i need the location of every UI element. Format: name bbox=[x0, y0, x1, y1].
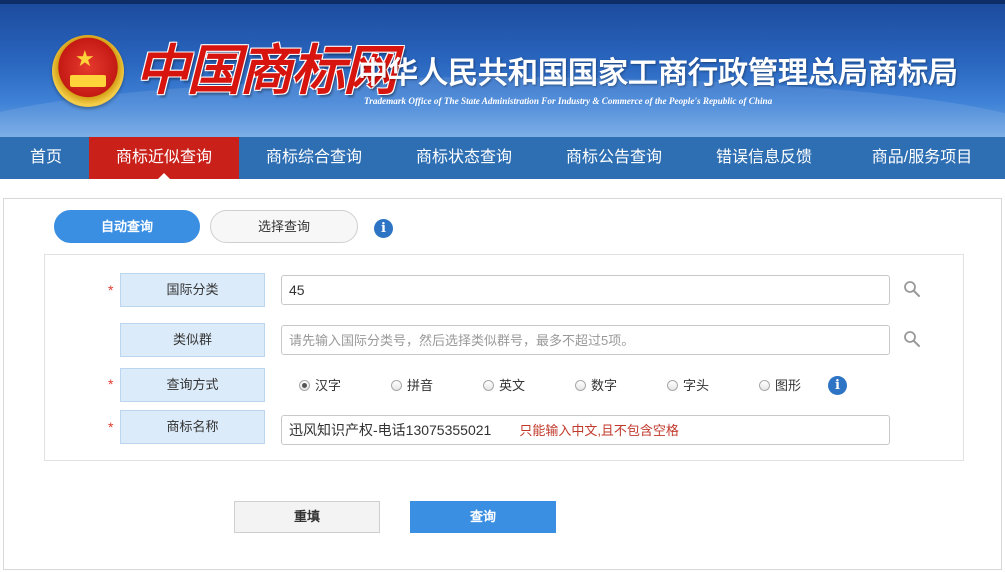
intl-class-input[interactable]: 45 bbox=[281, 275, 890, 305]
similar-group-placeholder: 请先输入国际分类号，然后选择类似群号，最多不超过5项。 bbox=[289, 333, 635, 348]
emblem-base bbox=[70, 75, 106, 87]
radio-dot bbox=[759, 380, 770, 391]
radio-dot bbox=[575, 380, 586, 391]
required-mark: * bbox=[108, 419, 114, 435]
search-button[interactable]: 查询 bbox=[410, 501, 556, 533]
nav-item-comprehensive-search[interactable]: 商标综合查询 bbox=[239, 137, 389, 179]
reset-button[interactable]: 重填 bbox=[234, 501, 380, 533]
star-icon: ★ bbox=[75, 47, 95, 72]
trademark-name-value: 迅风知识产权-电话13075355021 bbox=[289, 422, 492, 438]
nav-item-announcement-search[interactable]: 商标公告查询 bbox=[539, 137, 689, 179]
nav-item-home[interactable]: 首页 bbox=[0, 137, 92, 179]
info-icon[interactable]: i bbox=[828, 376, 847, 395]
radio-label: 图形 bbox=[775, 378, 802, 393]
radio-pinyin[interactable]: 拼音 bbox=[391, 376, 433, 396]
nav-item-similar-search[interactable]: 商标近似查询 bbox=[89, 137, 239, 179]
trademark-name-label: 商标名称 bbox=[120, 410, 265, 444]
radio-english[interactable]: 英文 bbox=[483, 376, 525, 396]
radio-label: 英文 bbox=[499, 378, 526, 393]
radio-dot bbox=[483, 380, 494, 391]
nav-item-status-search[interactable]: 商标状态查询 bbox=[389, 137, 539, 179]
nav-item-goods-services[interactable]: 商品/服务项目 bbox=[839, 137, 1005, 179]
query-mode-label: 查询方式 bbox=[120, 368, 265, 402]
search-icon[interactable] bbox=[903, 330, 921, 348]
radio-dot bbox=[667, 380, 678, 391]
radio-number[interactable]: 数字 bbox=[575, 376, 617, 396]
radio-initial[interactable]: 字头 bbox=[667, 376, 709, 396]
radio-graphic[interactable]: 图形 bbox=[759, 376, 801, 396]
top-strip bbox=[0, 0, 1005, 4]
nav-item-error-feedback[interactable]: 错误信息反馈 bbox=[689, 137, 839, 179]
tab-select-search[interactable]: 选择查询 bbox=[210, 210, 358, 243]
required-mark: * bbox=[108, 282, 114, 298]
similar-group-label: 类似群 bbox=[120, 323, 265, 357]
site-logo[interactable]: 中国商标网 bbox=[135, 30, 397, 110]
trademark-name-input[interactable]: 迅风知识产权-电话13075355021 只能输入中文,且不包含空格 bbox=[281, 415, 890, 445]
main-nav: 首页 商标近似查询 商标综合查询 商标状态查询 商标公告查询 错误信息反馈 商品… bbox=[0, 137, 1005, 179]
radio-dot bbox=[299, 380, 310, 391]
required-mark: * bbox=[108, 376, 114, 392]
radio-label: 数字 bbox=[591, 378, 618, 393]
trademark-name-hint: 只能输入中文,且不包含空格 bbox=[519, 423, 679, 438]
header-banner: ★ 中国商标网 中华人民共和国国家工商行政管理总局商标局 Trademark O… bbox=[0, 0, 1005, 137]
office-title-en: Trademark Office of The State Administra… bbox=[364, 96, 773, 106]
intl-class-label: 国际分类 bbox=[120, 273, 265, 307]
tab-auto-search[interactable]: 自动查询 bbox=[54, 210, 200, 243]
radio-label: 汉字 bbox=[315, 378, 342, 393]
radio-chinese[interactable]: 汉字 bbox=[299, 376, 341, 396]
similar-group-input[interactable]: 请先输入国际分类号，然后选择类似群号，最多不超过5项。 bbox=[281, 325, 890, 355]
office-title-cn: 中华人民共和国国家工商行政管理总局商标局 bbox=[358, 57, 958, 90]
search-icon[interactable] bbox=[903, 280, 921, 298]
radio-label: 拼音 bbox=[407, 378, 434, 393]
intl-class-value: 45 bbox=[289, 282, 305, 298]
info-icon[interactable]: i bbox=[374, 219, 393, 238]
radio-dot bbox=[391, 380, 402, 391]
national-emblem-icon: ★ bbox=[52, 35, 124, 107]
radio-label: 字头 bbox=[683, 378, 710, 393]
